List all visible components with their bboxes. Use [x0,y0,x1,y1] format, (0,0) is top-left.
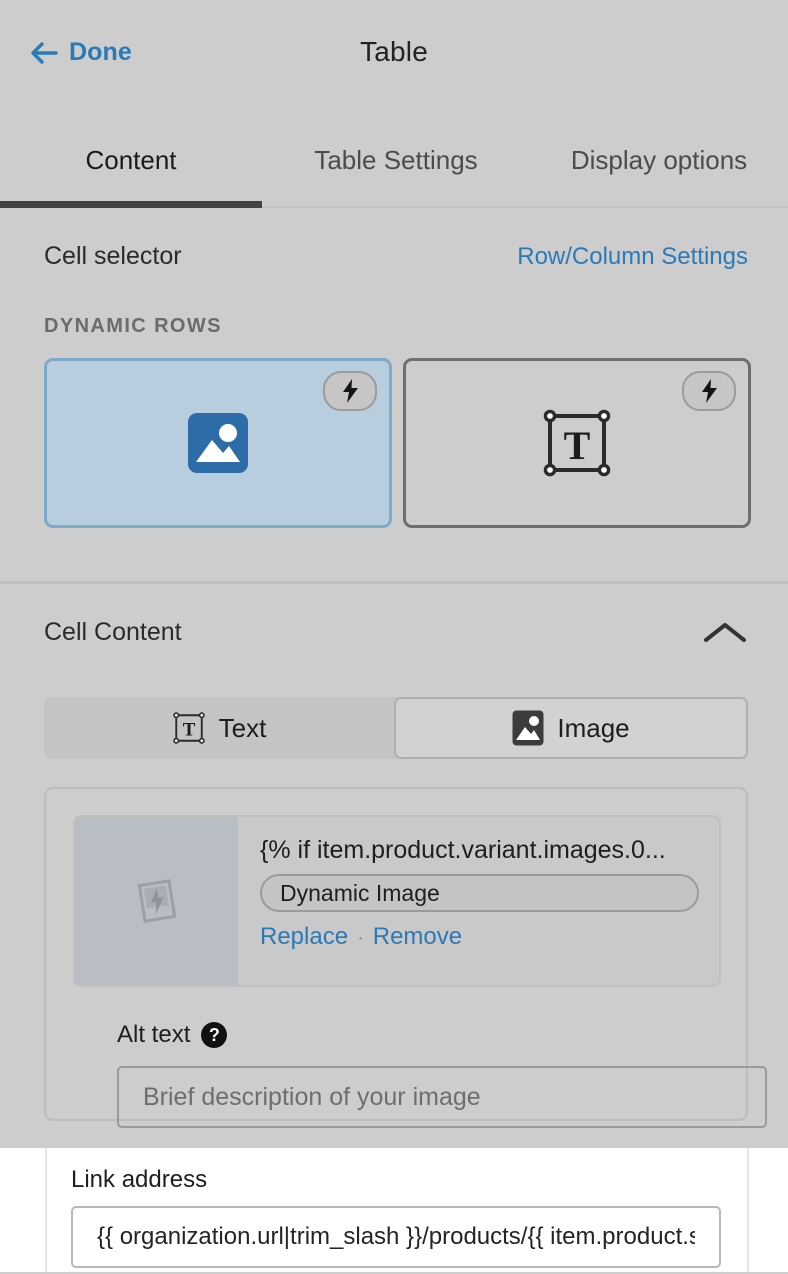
tab-active-underline [0,201,262,208]
dynamic-image-pill[interactable]: Dynamic Image [260,874,699,912]
image-meta: {% if item.product.variant.images.0... D… [238,817,719,985]
dynamic-rows-label: DYNAMIC ROWS [44,315,222,337]
action-separator: · [357,927,364,949]
cell-card-text[interactable]: T [403,358,751,528]
cell-card-list: T [44,358,751,528]
tab-content[interactable]: Content [0,113,262,208]
image-actions: Replace · Remove [260,923,699,951]
segment-text-label: Text [218,712,267,743]
alt-text-input[interactable] [117,1066,767,1128]
lightning-bolt-icon [342,379,358,403]
question-mark-icon[interactable]: ? [201,1022,228,1048]
tab-bar: Content Table Settings Display options [0,113,788,208]
image-source-expression: {% if item.product.variant.images.0... [260,836,666,864]
image-settings-card: {% if item.product.variant.images.0... D… [44,787,767,1128]
cell-content-title: Cell Content [44,618,182,646]
chevron-up-icon[interactable] [702,619,748,647]
dynamic-image-placeholder-icon [137,879,176,923]
link-address-label: Link address [71,1166,208,1193]
cell-content-type-segmented-control: T Text Image [44,697,748,759]
panel-header: Done Table [0,0,788,113]
row-column-settings-link[interactable]: Row/Column Settings [517,243,748,271]
text-box-icon: T [172,712,205,744]
alt-text-label-row: Alt text ? [117,1021,228,1049]
text-box-icon: T [543,409,611,477]
cell-selector-title: Cell selector [44,242,182,270]
cell-selector-header: Cell selector Row/Column Settings [44,242,748,271]
svg-text:T: T [564,423,591,468]
page-title: Table [360,36,428,67]
segment-image[interactable]: Image [394,697,748,759]
segment-text[interactable]: T Text [44,697,394,759]
svg-text:T: T [182,720,195,741]
remove-image-link[interactable]: Remove [373,923,462,950]
lightning-bolt-icon [701,379,717,403]
sheet-left-divider [45,1148,47,1272]
image-icon [512,710,544,746]
cell-card-image[interactable] [44,358,392,528]
link-address-sheet: Link address [0,1148,788,1272]
replace-image-link[interactable]: Replace [260,923,348,950]
image-icon [188,413,248,473]
tab-table-settings[interactable]: Table Settings [262,113,530,208]
image-thumbnail[interactable] [75,817,238,985]
sheet-right-divider [747,1148,749,1272]
segment-image-label: Image [557,712,630,743]
cell-content-header[interactable]: Cell Content [44,618,748,647]
link-address-input[interactable] [71,1206,721,1268]
dynamic-badge [323,371,377,411]
image-preview-row: {% if item.product.variant.images.0... D… [73,815,721,987]
cell-selector-section: Cell selector Row/Column Settings DYNAMI… [0,208,788,581]
tab-display-options[interactable]: Display options [530,113,788,208]
dynamic-badge [682,371,736,411]
alt-text-label: Alt text [117,1021,191,1048]
